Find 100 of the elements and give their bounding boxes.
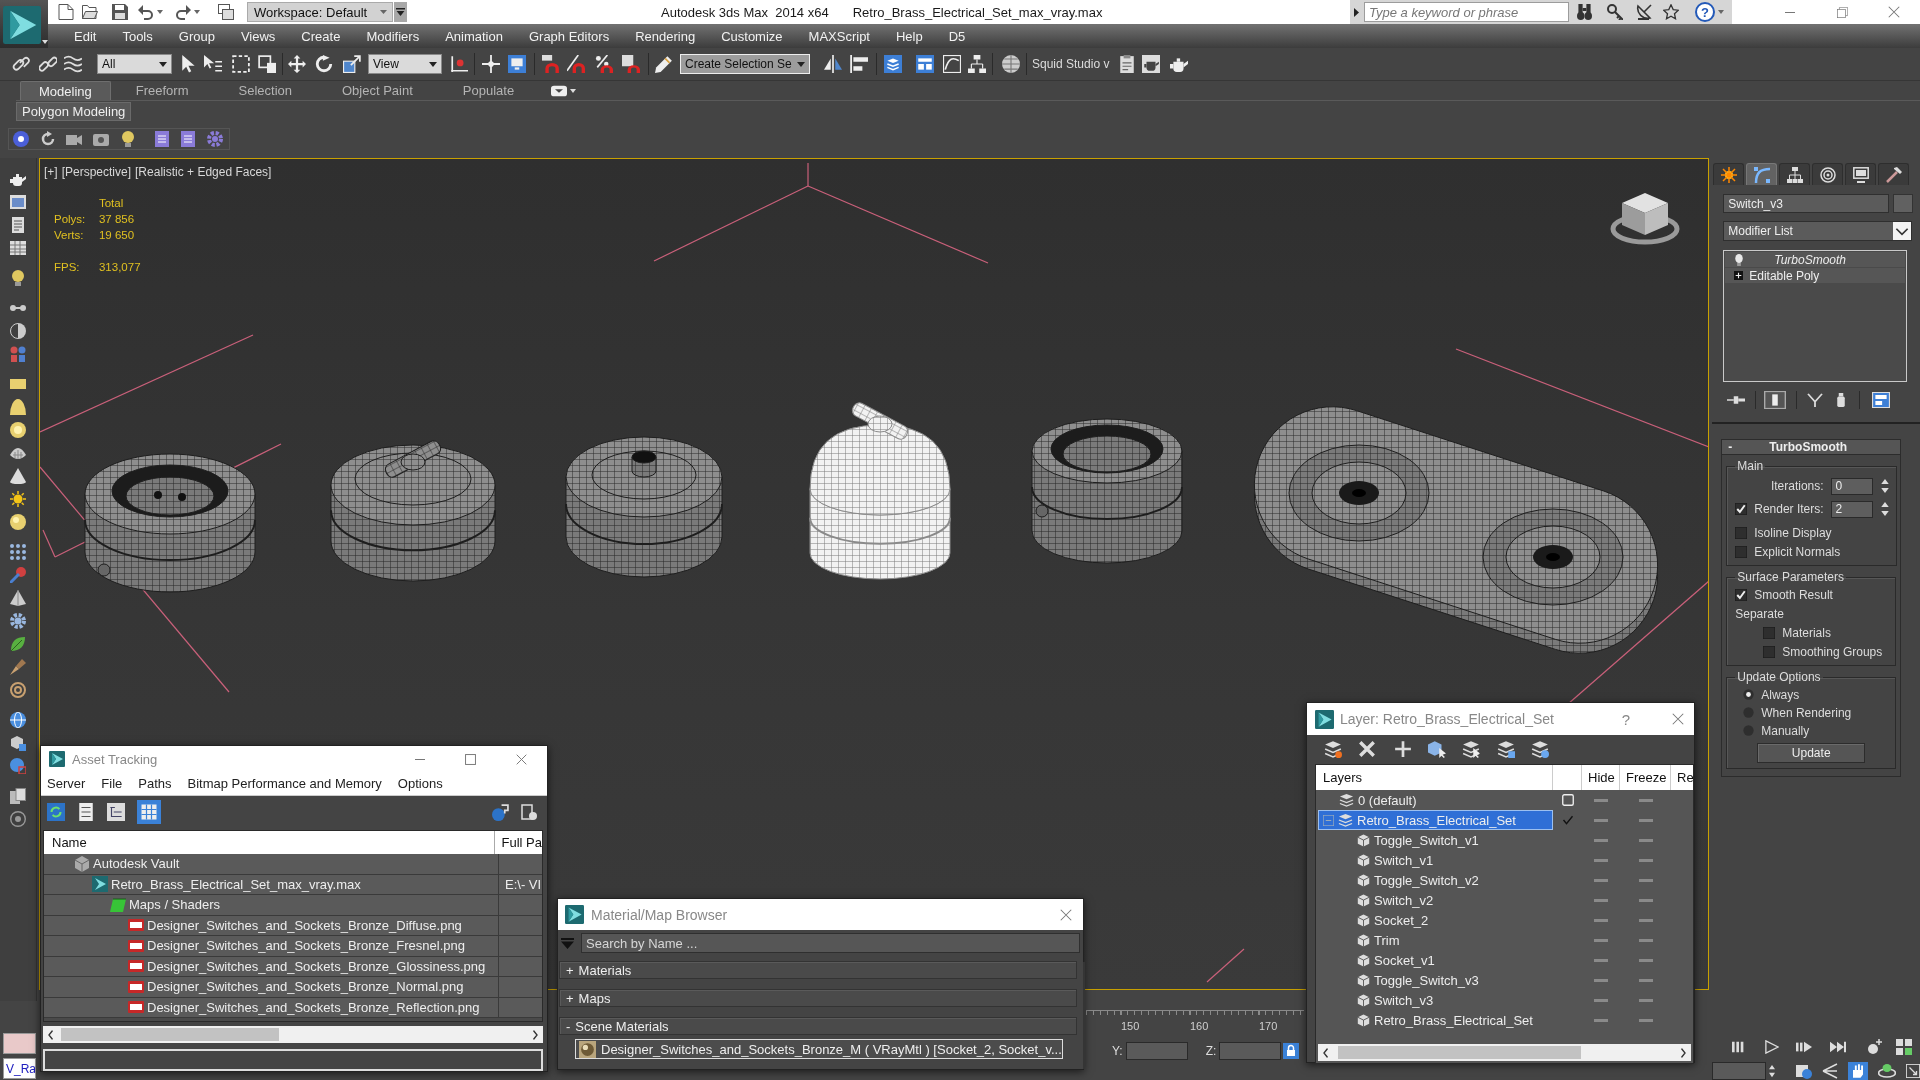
rectangle-icon[interactable] — [10, 376, 26, 392]
viewport-shading-label[interactable]: [Realistic + Edged Faces] — [135, 165, 272, 179]
pyramid-icon[interactable] — [10, 590, 26, 606]
utilities-tab[interactable] — [1878, 163, 1910, 185]
spinner-field[interactable]: 2 — [1830, 500, 1873, 518]
field-of-view-icon[interactable] — [1822, 1063, 1838, 1079]
checkbox-label[interactable]: Materials — [1782, 626, 1831, 640]
layers-dot-icon[interactable] — [1324, 740, 1342, 758]
menu-item[interactable]: Tools — [122, 28, 153, 44]
zoom-icon[interactable] — [1867, 1039, 1883, 1055]
caret-icon[interactable] — [42, 40, 48, 44]
bars-icon[interactable] — [1732, 1040, 1746, 1054]
tree-view-icon[interactable] — [107, 803, 125, 821]
caret-icon[interactable] — [157, 10, 163, 14]
gear-icon[interactable] — [10, 613, 26, 629]
ribbon-tab[interactable]: Object Paint — [317, 81, 438, 100]
menu-item[interactable]: Customize — [721, 28, 783, 44]
modifier-item[interactable]: Editable Poly — [1725, 268, 1906, 283]
menu-item[interactable]: Paths — [138, 776, 172, 791]
object-item[interactable]: Trim — [1318, 930, 1553, 950]
swatch-icon[interactable] — [1893, 194, 1914, 213]
cross-icon[interactable] — [1358, 740, 1376, 758]
mirror-icon[interactable] — [824, 55, 842, 73]
checkbox[interactable] — [1735, 503, 1748, 515]
close-icon[interactable] — [1888, 6, 1900, 18]
display-tab[interactable] — [1845, 163, 1877, 185]
checkbox[interactable] — [1735, 527, 1748, 539]
zoom-all-icon[interactable] — [1896, 1039, 1912, 1055]
object-item[interactable]: Socket_v1 — [1318, 950, 1553, 970]
cube-cursor-icon[interactable] — [1428, 740, 1446, 758]
help-globe-icon[interactable] — [492, 803, 509, 821]
new-file-icon[interactable] — [58, 4, 74, 20]
menu-item[interactable]: Views — [240, 28, 276, 44]
checkbox[interactable] — [1735, 589, 1748, 601]
scroll-left-icon[interactable] — [1322, 1047, 1330, 1058]
undo-icon[interactable] — [138, 4, 154, 20]
plus-icon[interactable] — [1394, 740, 1412, 758]
layers-select-icon[interactable] — [1497, 740, 1515, 758]
checkbox-label[interactable]: Smooth Result — [1754, 588, 1833, 602]
brush-icon[interactable] — [10, 659, 26, 675]
circle-icon[interactable] — [10, 811, 26, 827]
minimize-icon[interactable] — [1785, 11, 1795, 13]
crosshair-icon[interactable] — [482, 55, 500, 73]
chain-icon[interactable] — [12, 55, 30, 73]
checkbox-label[interactable]: Explicit Normals — [1754, 545, 1841, 559]
help-button[interactable]: ? — [1621, 710, 1630, 728]
caret-icon[interactable] — [194, 10, 200, 14]
hierarchy-tab[interactable] — [1779, 163, 1811, 185]
rings-icon[interactable] — [10, 682, 26, 698]
radio-label[interactable]: Manually — [1761, 723, 1810, 738]
scale-icon[interactable] — [343, 55, 361, 73]
object-item[interactable]: Retro_Brass_Electrical_Set — [1318, 1010, 1553, 1030]
close-icon[interactable] — [1672, 713, 1684, 725]
monitor-icon[interactable] — [508, 55, 526, 73]
star-icon[interactable] — [1663, 4, 1679, 20]
documents-icon[interactable] — [10, 788, 26, 804]
close-icon[interactable] — [516, 753, 527, 765]
workspace-dropdown[interactable]: Workspace: Default — [247, 2, 393, 22]
bulb-icon[interactable] — [120, 131, 136, 147]
coordinate-field[interactable] — [1125, 1042, 1188, 1060]
ribbon-tab[interactable]: Populate — [437, 81, 540, 100]
column-header[interactable]: Name — [52, 835, 87, 850]
list-icon[interactable] — [77, 803, 95, 821]
category-header[interactable]: - Scene Materials — [559, 1017, 1077, 1035]
minimize-icon[interactable] — [414, 758, 425, 760]
create-tab[interactable] — [1713, 163, 1745, 185]
object-item[interactable]: Switch_v2 — [1318, 890, 1553, 910]
ribbon-icon[interactable] — [916, 55, 934, 73]
menu-item[interactable]: Animation — [445, 28, 503, 44]
ribbon-tab[interactable]: Modeling — [20, 81, 111, 100]
satellite-dish-icon[interactable] — [1636, 4, 1652, 20]
scrollbar-thumb[interactable] — [1338, 1046, 1581, 1059]
layers-icon[interactable] — [884, 55, 902, 73]
object-item[interactable]: Switch_v3 — [1318, 990, 1553, 1010]
material-sphere-icon[interactable] — [1002, 55, 1020, 73]
checkbox[interactable] — [1763, 627, 1776, 639]
menu-item[interactable]: Server — [47, 776, 86, 791]
checkbox-label[interactable]: Render Iters: — [1754, 502, 1824, 516]
magnet-icon[interactable] — [542, 55, 560, 73]
spinner-arrows-icon[interactable] — [1879, 501, 1890, 517]
teapot-icon[interactable] — [10, 171, 26, 187]
radio-label[interactable]: Always — [1761, 687, 1800, 702]
picture-window-icon[interactable] — [10, 194, 26, 210]
app-logo-icon[interactable] — [3, 6, 41, 44]
menu-item[interactable]: Options — [397, 776, 443, 791]
ribbon-tab[interactable]: Selection — [213, 81, 317, 100]
ribbon-tab[interactable]: Freeform — [110, 81, 214, 100]
coordinate-system-dropdown[interactable]: View — [368, 54, 442, 74]
viewport-view-label[interactable]: [Perspective] — [61, 165, 132, 179]
save-icon[interactable] — [112, 4, 128, 20]
close-icon[interactable] — [1060, 908, 1072, 921]
column-header[interactable]: Layers — [1323, 770, 1363, 785]
layers-cursor-icon[interactable] — [1462, 740, 1480, 758]
selection-filter-dropdown[interactable]: All — [97, 54, 172, 74]
binoculars-icon[interactable] — [1577, 4, 1592, 20]
window-select-icon[interactable] — [258, 55, 276, 73]
orbit-icon[interactable] — [1878, 1063, 1896, 1079]
selection-set-dropdown[interactable]: Create Selection Se — [680, 54, 810, 74]
shell-icon[interactable] — [10, 445, 26, 461]
caret-icon[interactable] — [570, 88, 577, 93]
